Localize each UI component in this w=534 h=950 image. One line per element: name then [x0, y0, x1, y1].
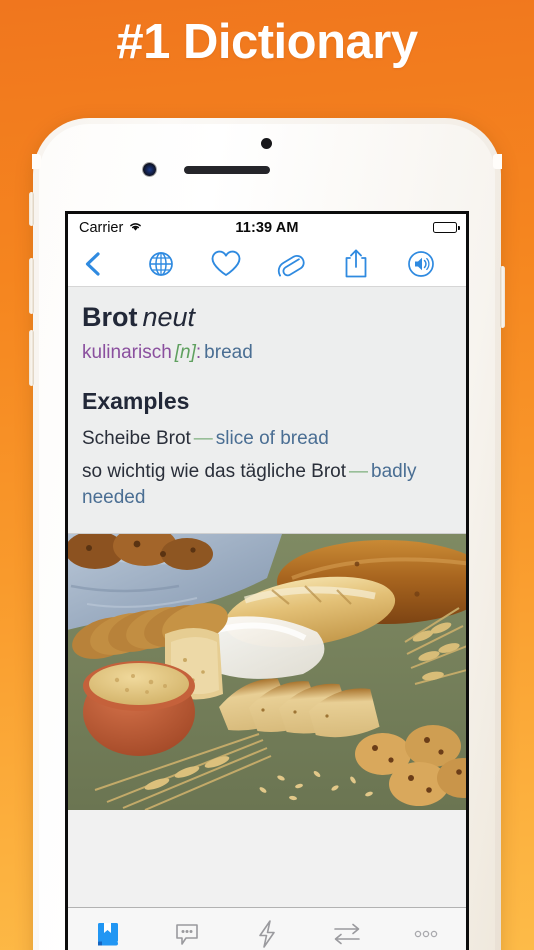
- example-source-text: Scheibe Brot: [82, 427, 191, 449]
- sense-domain: kulinarisch: [82, 342, 172, 364]
- phone-device: Carrier 11:39 AM Brot neut kulinarisch […: [29, 118, 505, 950]
- headword-gender: neut: [142, 302, 196, 332]
- power-button[interactable]: [500, 266, 505, 328]
- antenna-band-right: [493, 154, 502, 169]
- dictionary-entry: Brot neut kulinarisch [n]: bread Examples S…: [68, 287, 466, 533]
- tab-translate[interactable]: Translate: [307, 913, 387, 950]
- share-icon: [343, 248, 369, 279]
- example-dash: —: [193, 427, 213, 449]
- battery-full-icon: [433, 222, 460, 233]
- volume-down-button[interactable]: [29, 330, 34, 386]
- entry-image: [68, 532, 466, 810]
- heart-icon: [210, 249, 242, 278]
- sense-part-of-speech: [n]: [174, 342, 196, 364]
- book-icon: [94, 918, 122, 950]
- speaker-icon: [406, 249, 436, 279]
- tab-more[interactable]: More: [386, 913, 466, 950]
- entry-headword: Brot neut: [82, 302, 452, 332]
- swap-arrows-icon: [331, 918, 363, 950]
- attach-button[interactable]: [258, 241, 323, 286]
- status-bar-time: 11:39 AM: [235, 219, 299, 236]
- paperclip-icon: [277, 249, 305, 279]
- example-source-text: so wichtig wie das tägliche Brot: [82, 461, 347, 483]
- phone-screen: Carrier 11:39 AM Brot neut kulinarisch […: [65, 211, 469, 950]
- example-translation: slice of bread: [215, 427, 329, 449]
- earpiece-speaker: [184, 166, 270, 174]
- entry-toolbar: [68, 241, 466, 287]
- antenna-band-left: [32, 154, 41, 169]
- example-dash: —: [349, 461, 369, 483]
- chat-bubble-icon: [173, 918, 201, 950]
- entry-sense: kulinarisch [n]: bread: [82, 341, 452, 366]
- examples-heading: Examples: [82, 387, 190, 414]
- lightning-bolt-icon: [253, 918, 281, 950]
- globe-icon: [147, 250, 175, 278]
- headword-text: Brot: [82, 302, 138, 332]
- status-bar: Carrier 11:39 AM: [68, 214, 466, 241]
- share-button[interactable]: [324, 241, 389, 286]
- favorite-button[interactable]: [193, 241, 258, 286]
- globe-button[interactable]: [128, 241, 193, 286]
- front-camera-icon: [143, 163, 156, 176]
- example-row: Scheibe Brot — slice of bread: [82, 426, 452, 452]
- tab-dictionary[interactable]: Dictionary: [68, 913, 148, 950]
- mute-switch[interactable]: [29, 192, 34, 226]
- entry-content[interactable]: Brot neut kulinarisch [n]: bread Examples S…: [68, 287, 466, 907]
- status-bar-right: [433, 222, 460, 233]
- page-headline: #1 Dictionary: [116, 15, 418, 69]
- content-spacer: [68, 809, 466, 907]
- tab-verbs[interactable]: Verbs: [227, 913, 307, 950]
- chevron-left-icon: [82, 251, 104, 277]
- tab-phrases[interactable]: Phrases: [148, 913, 228, 950]
- example-row: so wichtig wie das tägliche Brot — badly n…: [82, 459, 452, 511]
- sense-gloss: bread: [204, 342, 253, 364]
- ellipsis-icon: [411, 918, 441, 950]
- sense-separator: :: [195, 342, 202, 364]
- volume-up-button[interactable]: [29, 258, 34, 314]
- back-button[interactable]: [82, 241, 128, 286]
- tab-bar: Dictionary Phrases: [68, 907, 466, 950]
- proximity-sensor-icon: [261, 138, 272, 149]
- speak-button[interactable]: [389, 241, 454, 286]
